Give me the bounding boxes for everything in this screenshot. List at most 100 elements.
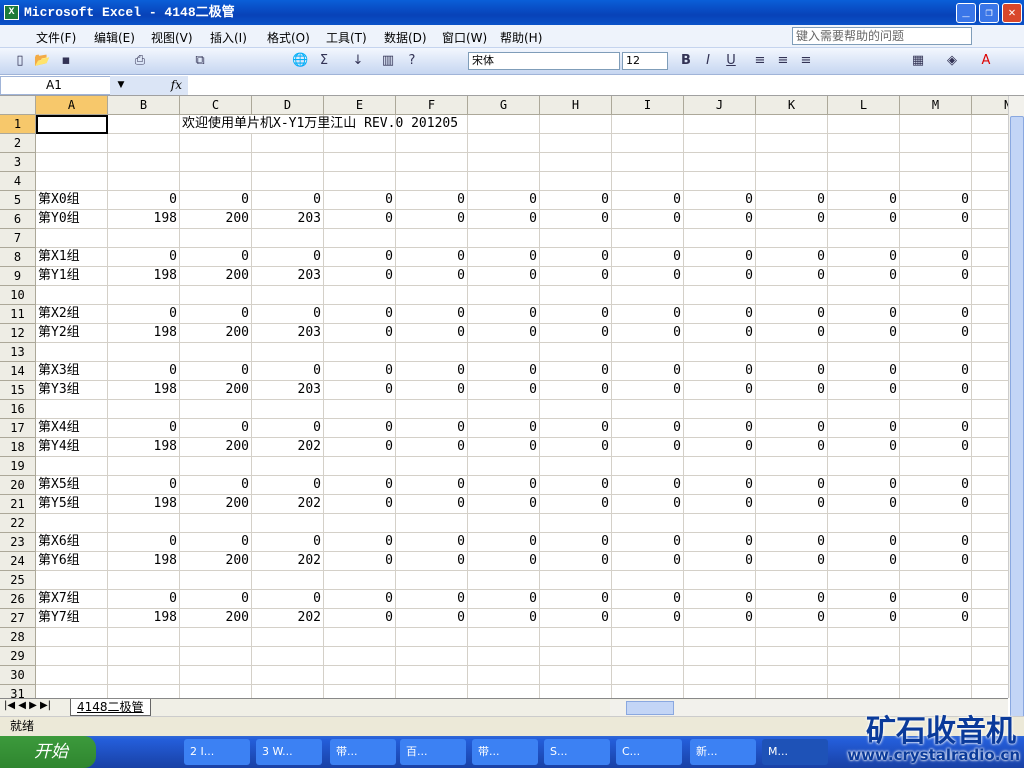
menu-insert[interactable]: 插入(I) <box>210 29 247 46</box>
cell-J8[interactable]: 0 <box>684 248 756 267</box>
cell-A6[interactable]: 第Y0组 <box>36 210 108 229</box>
cell-I30[interactable] <box>612 666 684 685</box>
cell-C20[interactable]: 0 <box>180 476 252 495</box>
taskbar-item[interactable]: 带... <box>330 739 396 765</box>
cell-G16[interactable] <box>468 400 540 419</box>
cell-L1[interactable] <box>828 115 900 134</box>
cell-B15[interactable]: 198 <box>108 381 180 400</box>
column-header[interactable]: N <box>972 96 1008 115</box>
cell-I13[interactable] <box>612 343 684 362</box>
cell-F22[interactable] <box>396 514 468 533</box>
cell-B24[interactable]: 198 <box>108 552 180 571</box>
cell-E5[interactable]: 0 <box>324 191 396 210</box>
column-header[interactable]: I <box>612 96 684 115</box>
cell-K21[interactable]: 0 <box>756 495 828 514</box>
cell-E7[interactable] <box>324 229 396 248</box>
cell-A7[interactable] <box>36 229 108 248</box>
cell-F13[interactable] <box>396 343 468 362</box>
cell-M6[interactable]: 0 <box>900 210 972 229</box>
cell-L3[interactable] <box>828 153 900 172</box>
cell-J3[interactable] <box>684 153 756 172</box>
cell-M23[interactable]: 0 <box>900 533 972 552</box>
close-button[interactable]: ✕ <box>1002 3 1022 23</box>
cell-G17[interactable]: 0 <box>468 419 540 438</box>
cell-B8[interactable]: 0 <box>108 248 180 267</box>
cell-M17[interactable]: 0 <box>900 419 972 438</box>
cell-G7[interactable] <box>468 229 540 248</box>
cell-E31[interactable] <box>324 685 396 698</box>
cell-J29[interactable] <box>684 647 756 666</box>
cell-N27[interactable] <box>972 609 1008 628</box>
cell-E29[interactable] <box>324 647 396 666</box>
cell-C9[interactable]: 200 <box>180 267 252 286</box>
cell-C31[interactable] <box>180 685 252 698</box>
cell-G28[interactable] <box>468 628 540 647</box>
cell-K9[interactable]: 0 <box>756 267 828 286</box>
cell-M24[interactable]: 0 <box>900 552 972 571</box>
cell-L31[interactable] <box>828 685 900 698</box>
underline-button[interactable]: U <box>723 53 739 69</box>
help-search-input[interactable]: 键入需要帮助的问题 <box>792 27 972 45</box>
align-left-icon[interactable]: ≡ <box>752 53 768 69</box>
open-icon[interactable]: 📂 <box>34 53 50 69</box>
cell-H4[interactable] <box>540 172 612 191</box>
scroll-thumb[interactable] <box>1010 116 1024 736</box>
menu-tools[interactable]: 工具(T) <box>326 29 367 46</box>
cell-C19[interactable] <box>180 457 252 476</box>
cell-N9[interactable] <box>972 267 1008 286</box>
cell-D29[interactable] <box>252 647 324 666</box>
cell-E22[interactable] <box>324 514 396 533</box>
chevron-down-icon[interactable]: ▼ <box>110 76 132 95</box>
taskbar-item[interactable]: 3 W... <box>256 739 322 765</box>
cell-D18[interactable]: 202 <box>252 438 324 457</box>
select-all-corner[interactable] <box>0 96 36 115</box>
cell-K27[interactable]: 0 <box>756 609 828 628</box>
cell-I22[interactable] <box>612 514 684 533</box>
cell-G8[interactable]: 0 <box>468 248 540 267</box>
cell-B1[interactable] <box>108 115 180 134</box>
save-icon[interactable]: ▪ <box>58 53 74 69</box>
cell-N17[interactable] <box>972 419 1008 438</box>
cell-F7[interactable] <box>396 229 468 248</box>
cell-C28[interactable] <box>180 628 252 647</box>
row-header[interactable]: 9 <box>0 267 36 286</box>
cell-G30[interactable] <box>468 666 540 685</box>
cell-L24[interactable]: 0 <box>828 552 900 571</box>
cell-G29[interactable] <box>468 647 540 666</box>
cell-K19[interactable] <box>756 457 828 476</box>
cell-D26[interactable]: 0 <box>252 590 324 609</box>
cell-E16[interactable] <box>324 400 396 419</box>
cell-N30[interactable] <box>972 666 1008 685</box>
cell-D9[interactable]: 203 <box>252 267 324 286</box>
spreadsheet-grid[interactable]: A B C D E F G H I J K L M N 1 欢迎使用单片机X-Y1万里江山 REV.0 201… <box>0 96 1008 698</box>
cell-B3[interactable] <box>108 153 180 172</box>
cell-H21[interactable]: 0 <box>540 495 612 514</box>
cell-E19[interactable] <box>324 457 396 476</box>
cell-G27[interactable]: 0 <box>468 609 540 628</box>
cell-E18[interactable]: 0 <box>324 438 396 457</box>
cell-D7[interactable] <box>252 229 324 248</box>
cell-H13[interactable] <box>540 343 612 362</box>
cell-C15[interactable]: 200 <box>180 381 252 400</box>
cell-F23[interactable]: 0 <box>396 533 468 552</box>
column-header[interactable]: A <box>36 96 108 115</box>
cell-J6[interactable]: 0 <box>684 210 756 229</box>
cell-C3[interactable] <box>180 153 252 172</box>
cell-A24[interactable]: 第Y6组 <box>36 552 108 571</box>
cell-J15[interactable]: 0 <box>684 381 756 400</box>
cell-G1[interactable] <box>468 115 540 134</box>
cell-K31[interactable] <box>756 685 828 698</box>
cell-A5[interactable]: 第X0组 <box>36 191 108 210</box>
cell-E15[interactable]: 0 <box>324 381 396 400</box>
cell-E21[interactable]: 0 <box>324 495 396 514</box>
cell-B17[interactable]: 0 <box>108 419 180 438</box>
cell-M27[interactable]: 0 <box>900 609 972 628</box>
cell-J13[interactable] <box>684 343 756 362</box>
cell-B30[interactable] <box>108 666 180 685</box>
cell-L6[interactable]: 0 <box>828 210 900 229</box>
menu-file[interactable]: 文件(F) <box>36 29 76 46</box>
cell-M1[interactable] <box>900 115 972 134</box>
cell-J23[interactable]: 0 <box>684 533 756 552</box>
cell-I20[interactable]: 0 <box>612 476 684 495</box>
cell-N31[interactable] <box>972 685 1008 698</box>
